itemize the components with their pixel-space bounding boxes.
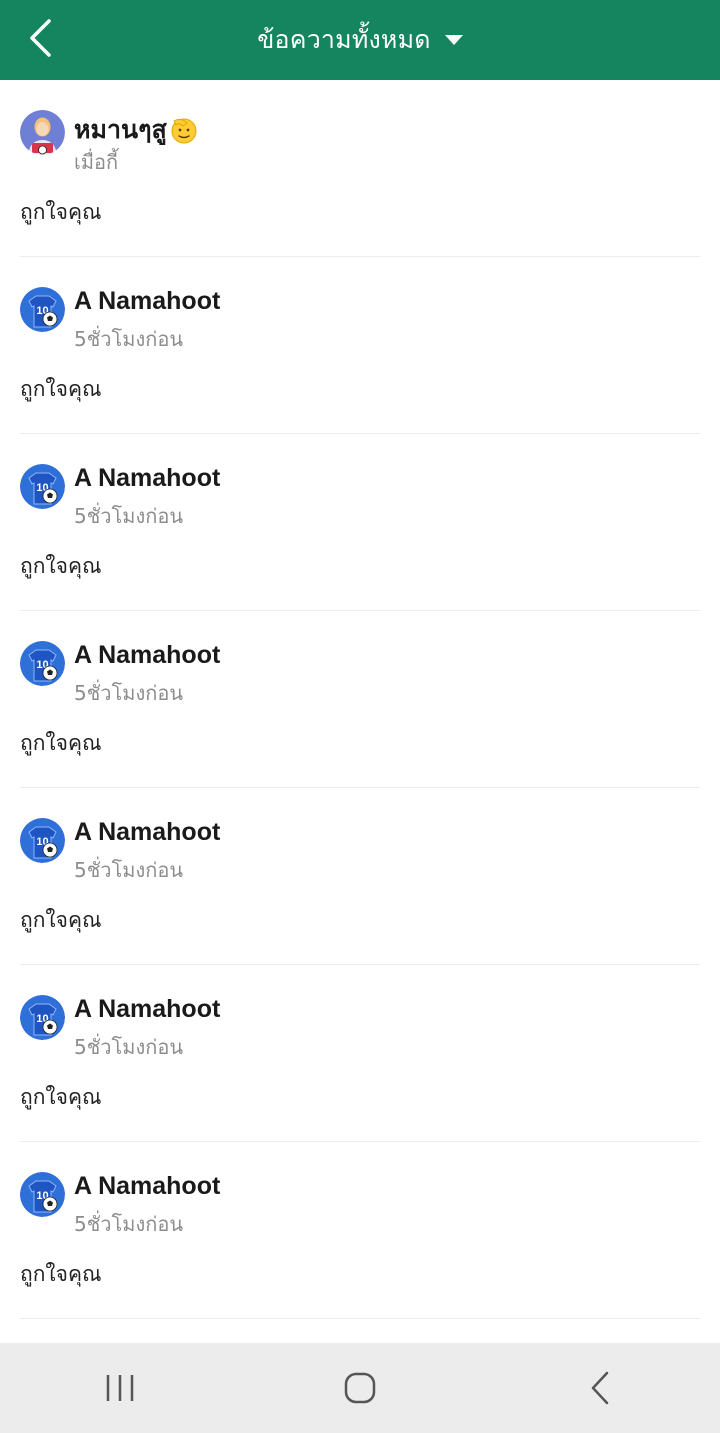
avatar[interactable]: [20, 1172, 65, 1217]
notification-message: ถูกใจคุณ: [20, 731, 102, 755]
recent-apps-icon: [106, 1375, 134, 1401]
avatar[interactable]: [20, 995, 65, 1040]
jersey-10-soccer-avatar-icon: [20, 1172, 65, 1217]
jersey-10-soccer-avatar-icon: [20, 287, 65, 332]
jersey-10-soccer-avatar-icon: [20, 641, 65, 686]
notification-message: ถูกใจคุณ: [20, 1262, 102, 1286]
recent-apps-button[interactable]: [85, 1358, 155, 1418]
home-icon: [344, 1372, 376, 1404]
jersey-10-soccer-avatar-icon: [20, 995, 65, 1040]
sender-name[interactable]: A Namahoot: [74, 1172, 220, 1201]
timestamp: 5ชั่วโมงก่อน: [74, 504, 184, 528]
notification-list: หมานๆสู เมื่อกี้ ถูกใจคุณ A Namahoot 5ชั…: [0, 80, 720, 1319]
notification-item[interactable]: A Namahoot 5ชั่วโมงก่อน ถูกใจคุณ: [20, 257, 700, 434]
timestamp: 5ชั่วโมงก่อน: [74, 327, 184, 351]
timestamp: 5ชั่วโมงก่อน: [74, 858, 184, 882]
system-back-icon: [591, 1371, 609, 1405]
top-app-bar: ข้อความทั้งหมด: [0, 0, 720, 80]
avatar[interactable]: [20, 641, 65, 686]
saluting-face-emoji-icon: [171, 118, 197, 144]
jersey-10-soccer-avatar-icon: [20, 818, 65, 863]
back-button[interactable]: [18, 16, 62, 60]
notification-item[interactable]: A Namahoot 5ชั่วโมงก่อน ถูกใจคุณ: [20, 1142, 700, 1319]
timestamp: 5ชั่วโมงก่อน: [74, 681, 184, 705]
sender-name[interactable]: A Namahoot: [74, 995, 220, 1024]
page-title: ข้อความทั้งหมด: [257, 25, 431, 54]
message-filter-dropdown[interactable]: ข้อความทั้งหมด: [257, 20, 463, 60]
sender-name[interactable]: A Namahoot: [74, 464, 220, 493]
notification-item[interactable]: หมานๆสู เมื่อกี้ ถูกใจคุณ: [20, 80, 700, 257]
system-navigation-bar: [0, 1343, 720, 1433]
notification-item[interactable]: A Namahoot 5ชั่วโมงก่อน ถูกใจคุณ: [20, 434, 700, 611]
jersey-10-soccer-avatar-icon: [20, 464, 65, 509]
notification-message: ถูกใจคุณ: [20, 908, 102, 932]
sender-name[interactable]: A Namahoot: [74, 641, 220, 670]
system-back-button[interactable]: [565, 1358, 635, 1418]
notification-message: ถูกใจคุณ: [20, 554, 102, 578]
notification-message: ถูกใจคุณ: [20, 200, 102, 224]
sender-name[interactable]: หมานๆสู: [74, 110, 199, 150]
notification-item[interactable]: A Namahoot 5ชั่วโมงก่อน ถูกใจคุณ: [20, 788, 700, 965]
notification-message: ถูกใจคุณ: [20, 377, 102, 401]
timestamp: เมื่อกี้: [74, 150, 119, 174]
blonde-person-avatar-icon: [20, 110, 65, 155]
timestamp: 5ชั่วโมงก่อน: [74, 1035, 184, 1059]
notification-item[interactable]: A Namahoot 5ชั่วโมงก่อน ถูกใจคุณ: [20, 965, 700, 1142]
home-button[interactable]: [325, 1358, 395, 1418]
avatar[interactable]: [20, 464, 65, 509]
sender-name[interactable]: A Namahoot: [74, 818, 220, 847]
notification-message: ถูกใจคุณ: [20, 1085, 102, 1109]
avatar[interactable]: [20, 818, 65, 863]
timestamp: 5ชั่วโมงก่อน: [74, 1212, 184, 1236]
notification-item[interactable]: A Namahoot 5ชั่วโมงก่อน ถูกใจคุณ: [20, 611, 700, 788]
avatar[interactable]: [20, 110, 65, 155]
chevron-left-icon: [30, 19, 51, 57]
sender-name[interactable]: A Namahoot: [74, 287, 220, 316]
caret-down-icon: [444, 35, 463, 45]
avatar[interactable]: [20, 287, 65, 332]
